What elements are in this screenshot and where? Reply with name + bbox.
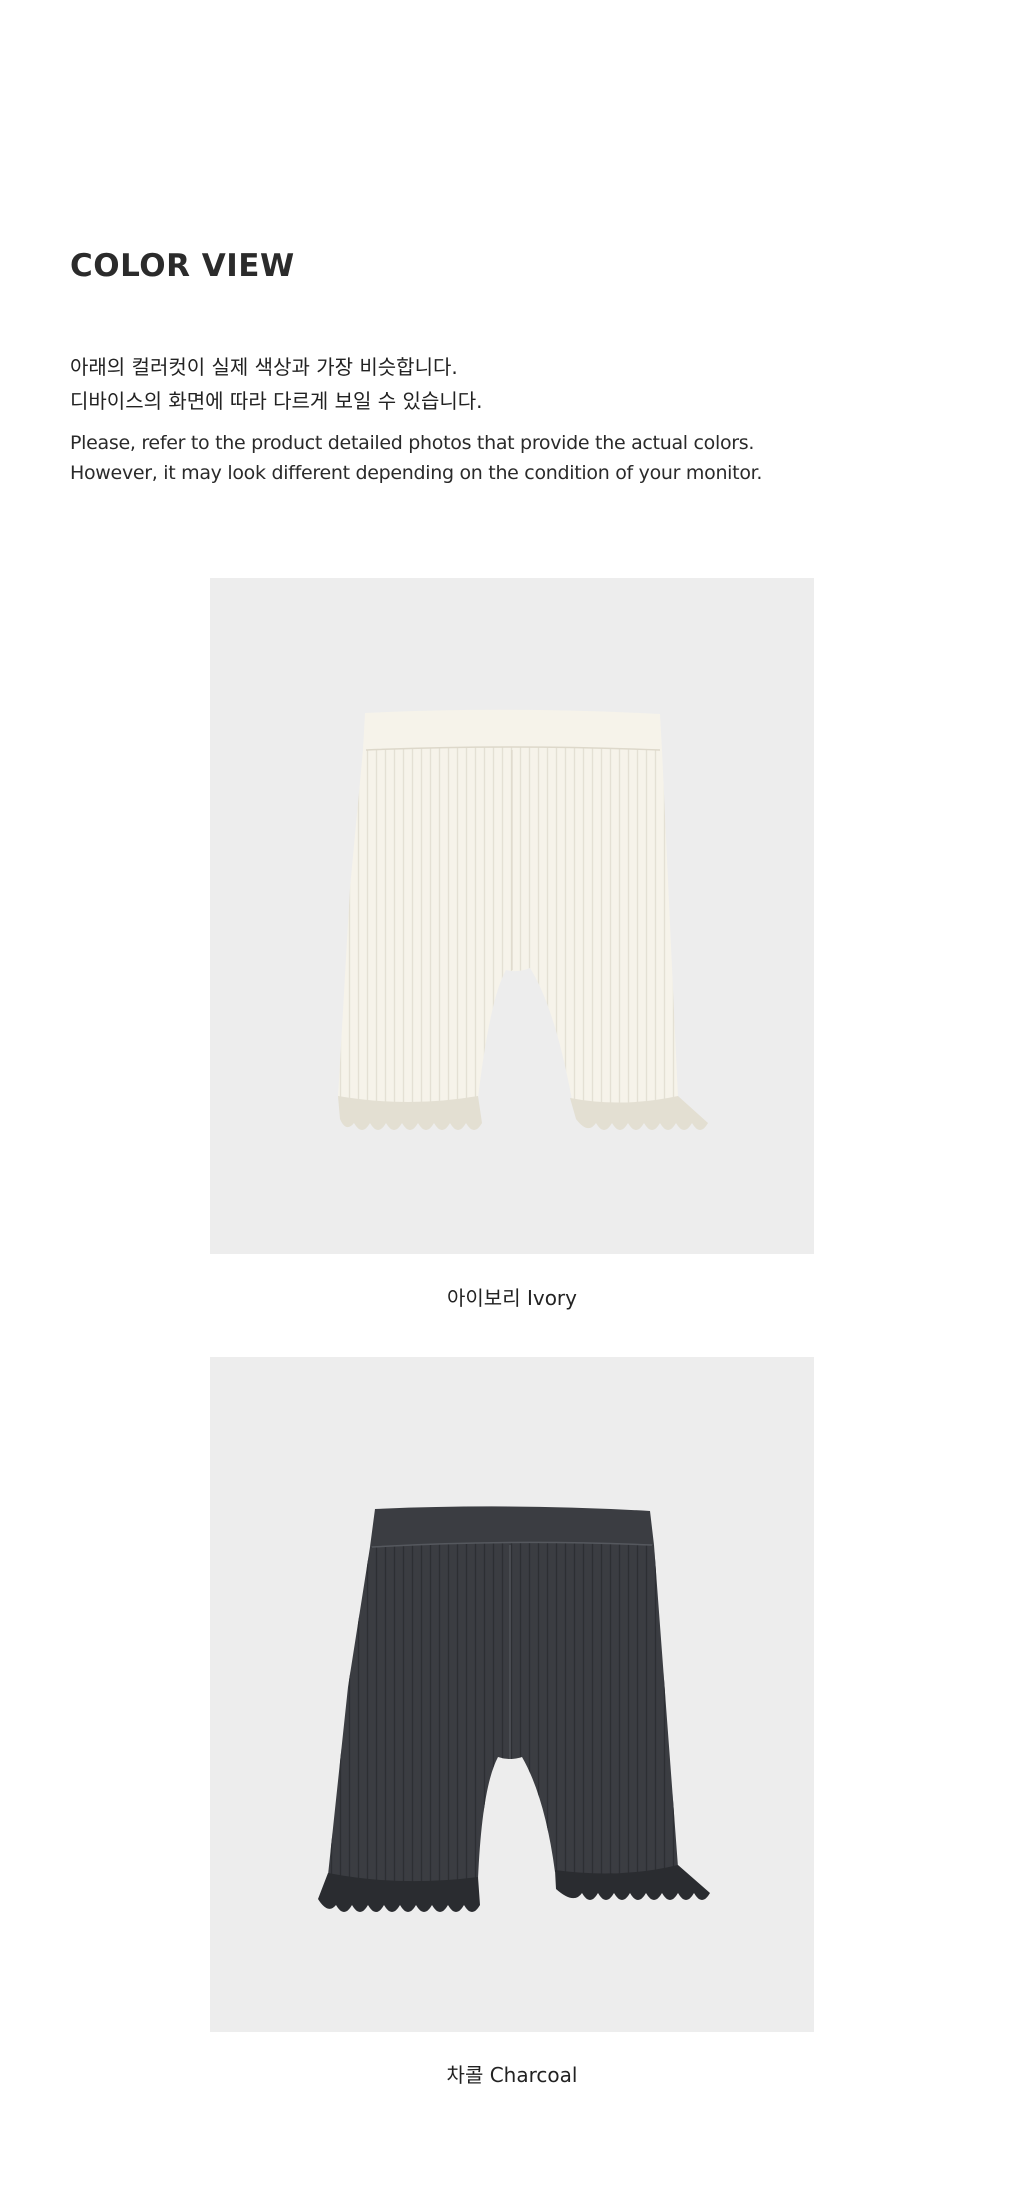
notice-en-line-1: Please, refer to the product detailed ph… (70, 432, 755, 454)
product-photo-ivory (210, 578, 814, 1254)
notice-ko-line-1: 아래의 컬러컷이 실제 색상과 가장 비슷합니다. (70, 355, 458, 379)
notice-ko-line-2: 디바이스의 화면에 따라 다르게 보일 수 있습니다. (70, 389, 483, 413)
product-photo-charcoal (210, 1357, 814, 2032)
color-caption-charcoal: 차콜 Charcoal (446, 2063, 578, 2087)
color-notice: 아래의 컬러컷이 실제 색상과 가장 비슷합니다. 디바이스의 화면에 따라 다… (70, 350, 970, 488)
section-title: COLOR VIEW (70, 248, 295, 284)
color-caption-ivory: 아이보리 Ivory (447, 1286, 577, 1310)
notice-en-line-2: However, it may look different depending… (70, 462, 763, 484)
